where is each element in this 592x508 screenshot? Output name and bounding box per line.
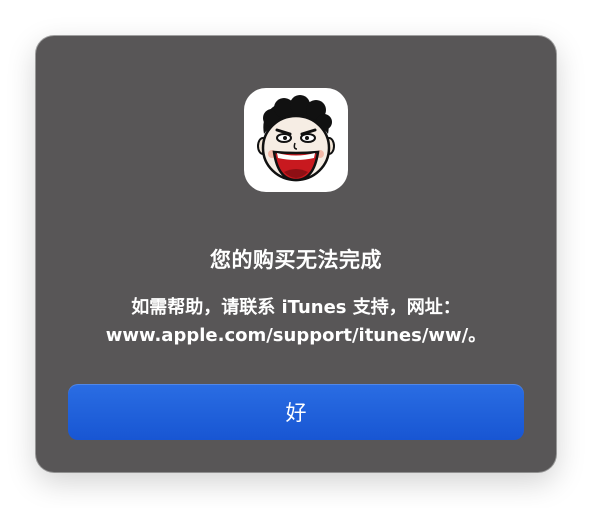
screen: 您的购买无法完成 如需帮助，请联系 iTunes 支持，网址： www.appl…: [0, 0, 592, 508]
ok-button[interactable]: 好: [68, 384, 524, 440]
dialog-message: 如需帮助，请联系 iTunes 支持，网址： www.apple.com/sup…: [56, 294, 536, 350]
message-line: www.apple.com/support/itunes/ww/。: [105, 325, 487, 346]
message-line: 如需帮助，请联系 iTunes 支持，网址：: [131, 297, 461, 318]
app-face-icon: [244, 88, 348, 192]
alert-dialog: 您的购买无法完成 如需帮助，请联系 iTunes 支持，网址： www.appl…: [36, 36, 556, 472]
dialog-title: 您的购买无法完成: [210, 248, 382, 272]
